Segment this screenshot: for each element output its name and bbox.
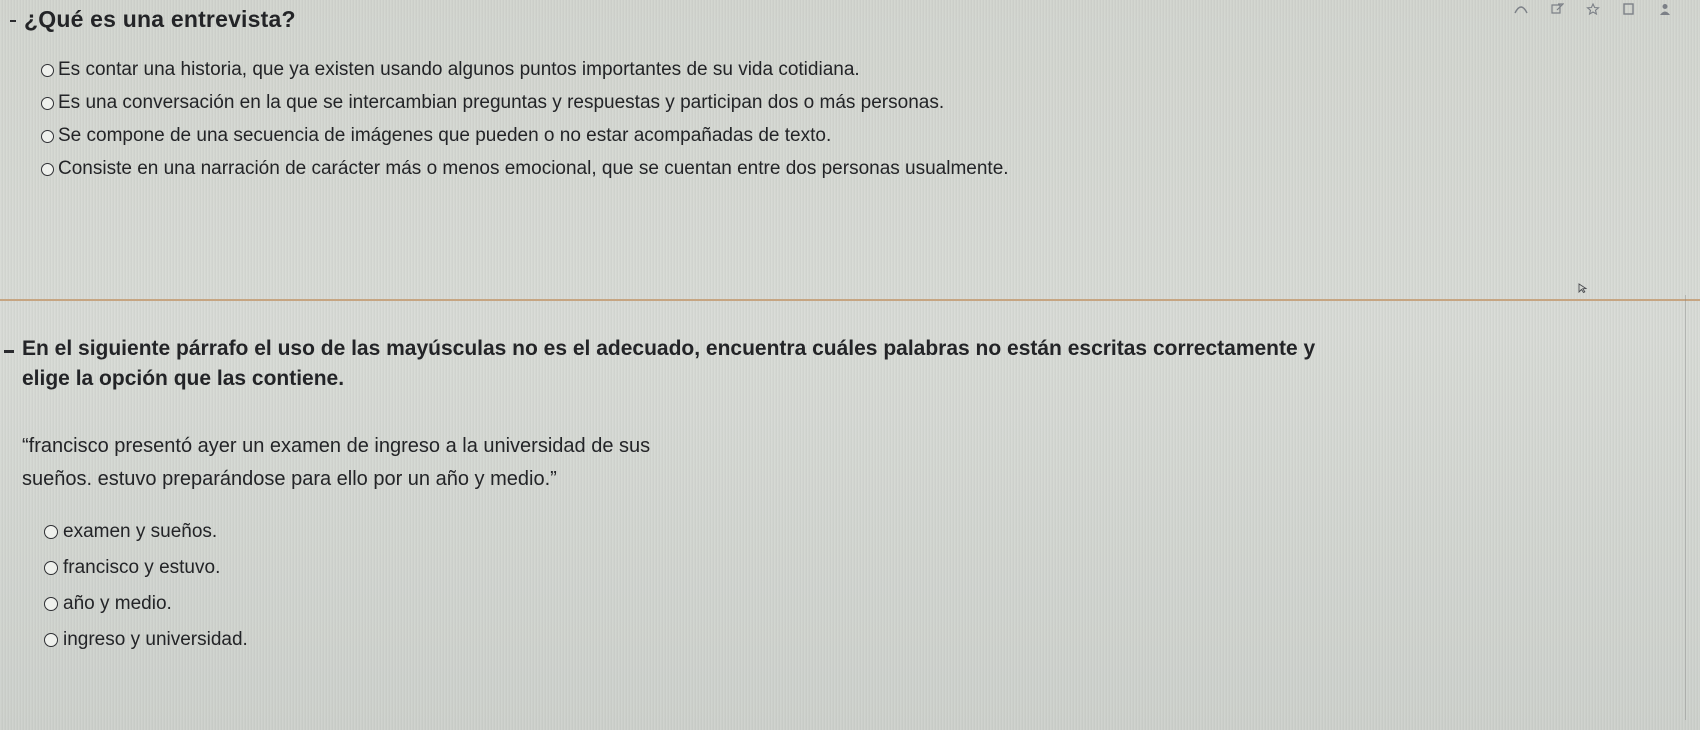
radio-button[interactable]: [44, 632, 58, 647]
q1-option-4[interactable]: Consiste en una narración de carácter má…: [41, 156, 1009, 182]
q2-option-4-label: ingreso y universidad.: [63, 628, 248, 650]
q1-option-4-label: Consiste en una narración de carácter má…: [58, 158, 1009, 179]
q2-option-1-label: examen y sueños.: [63, 520, 218, 542]
question-1-text: ¿Qué es una entrevista?: [24, 6, 296, 32]
bullet-mark: [10, 19, 16, 22]
q1-option-1-label: Es contar una historia, que ya existen u…: [58, 59, 860, 80]
quoted-paragraph: “francisco presentó ayer un examen de in…: [22, 430, 650, 496]
quote-line-2: sueños. estuvo preparándose para ello po…: [22, 468, 557, 490]
q1-option-2-label: Es una conversación en la que se interca…: [58, 92, 945, 113]
q1-option-3-label: Se compone de una secuencia de imágenes …: [58, 125, 832, 146]
question-2-line-2: elige la opción que las contiene.: [22, 367, 345, 390]
quote-line-1: “francisco presentó ayer un examen de in…: [22, 435, 651, 457]
q2-option-1[interactable]: examen y sueños.: [44, 517, 248, 546]
radio-button[interactable]: [44, 524, 58, 539]
q2-option-2[interactable]: francisco y estuvo.: [44, 553, 248, 582]
radio-button[interactable]: [41, 96, 54, 110]
question-2-line-1: En el siguiente párrafo el uso de las ma…: [22, 337, 1316, 360]
question-2-options: examen y sueños. francisco y estuvo. año…: [44, 517, 248, 654]
radio-button[interactable]: [44, 560, 58, 575]
bullet-mark: [4, 350, 14, 353]
radio-button[interactable]: [41, 129, 54, 143]
radio-button[interactable]: [44, 596, 58, 611]
star-icon[interactable]: [1586, 3, 1600, 15]
q2-option-2-label: francisco y estuvo.: [63, 556, 221, 578]
q1-option-2[interactable]: Es una conversación en la que se interca…: [41, 90, 1009, 116]
q1-option-3[interactable]: Se compone de una secuencia de imágenes …: [41, 123, 1009, 149]
top-toolbar: [1514, 0, 1672, 18]
edit-icon[interactable]: [1550, 3, 1564, 15]
q2-option-4[interactable]: ingreso y universidad.: [44, 625, 248, 654]
question-1-title: ¿Qué es una entrevista?: [10, 6, 296, 33]
q1-option-1[interactable]: Es contar una historia, que ya existen u…: [41, 57, 1009, 83]
cursor-icon: [1578, 283, 1588, 293]
curve-icon[interactable]: [1514, 3, 1528, 15]
q2-option-3[interactable]: año y medio.: [44, 589, 248, 618]
square-icon[interactable]: [1622, 3, 1636, 15]
question-1-options: Es contar una historia, que ya existen u…: [41, 57, 1009, 182]
radio-button[interactable]: [41, 63, 54, 77]
q2-option-3-label: año y medio.: [63, 592, 172, 614]
section-separator: [0, 299, 1700, 301]
question-2-title: En el siguiente párrafo el uso de las ma…: [4, 334, 1687, 394]
radio-button[interactable]: [41, 162, 54, 176]
person-icon[interactable]: [1658, 3, 1672, 15]
